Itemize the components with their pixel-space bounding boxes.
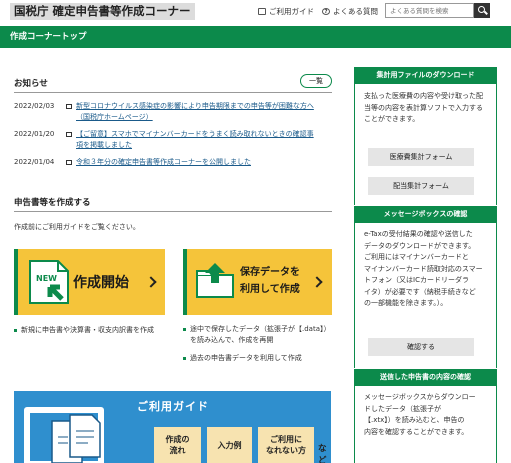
- folder-upload-icon: [196, 263, 234, 298]
- guide-example-box: 入力例: [207, 427, 252, 463]
- window-icon: [66, 104, 72, 109]
- create-section-title: 申告書等を作成する: [14, 198, 91, 208]
- computer-documents-icon: [24, 407, 104, 463]
- news-date: 2022/01/20: [14, 130, 55, 138]
- saved-data-label: 保存データを 利用して作成: [240, 267, 300, 295]
- site-logo[interactable]: 国税庁 確定申告書等作成コーナー: [10, 3, 195, 20]
- news-list-button[interactable]: 一覧: [300, 74, 332, 88]
- messagebox-description: e-Taxの受付結果の確認や送信した データのダウンロードができます。 ご利用に…: [364, 230, 483, 307]
- faq-link-label[interactable]: よくある質問: [333, 6, 378, 17]
- saved-data-note: 過去の申告書データを利用して作成: [183, 353, 302, 364]
- messagebox-section-title: メッセージボックスの確認: [354, 206, 497, 223]
- site-header: 国税庁 確定申告書等作成コーナー ご利用ガイド ? よくある質問: [0, 0, 511, 22]
- user-guide-title: ご利用ガイド: [137, 400, 209, 413]
- page-title: 作成コーナートップ: [10, 32, 87, 42]
- user-guide-banner[interactable]: ご利用ガイド 作成の 流れ 入力例 ご利用に なれない方 など: [14, 391, 331, 463]
- page-title-bar: 作成コーナートップ: [0, 26, 511, 48]
- dividend-form-button[interactable]: 配当集計フォーム: [368, 177, 474, 195]
- divider: [14, 211, 332, 212]
- window-icon: [66, 160, 72, 165]
- news-item: 2022/02/03 新型コロナウイルス感染症の影響により申告期限までの申告等が…: [14, 101, 314, 123]
- saved-data-note: 途中で保存したデータ（拡張子が【.data】） を読み込んで、作成を再開: [183, 324, 331, 346]
- download-description: 支払った医療費の内容や受け取った配当等の内容を表計算ソフトで入力することができま…: [364, 92, 483, 123]
- create-intro: 作成前にご利用ガイドをご覧ください。: [14, 223, 140, 231]
- faq-search-input[interactable]: [385, 3, 474, 18]
- guide-suffix: など: [318, 444, 327, 463]
- book-icon: [258, 8, 266, 15]
- news-link[interactable]: 新型コロナウイルス感染症の影響により申告期限までの申告等が困難な方へ: [76, 101, 314, 112]
- guide-unavailable-box: ご利用に なれない方: [258, 427, 314, 463]
- news-date: 2022/02/03: [14, 102, 55, 110]
- news-link[interactable]: 【ご留意】スマホでマイナンバーカードをうまく読み取れないときの確認事: [76, 129, 314, 140]
- search-button[interactable]: [474, 3, 490, 18]
- news-date: 2022/01/04: [14, 158, 55, 166]
- news-title: お知らせ: [14, 79, 48, 89]
- chevron-right-icon: [311, 276, 323, 288]
- saved-data-button[interactable]: 保存データを 利用して作成: [183, 249, 332, 315]
- start-create-button[interactable]: NEW 作成開始: [14, 249, 165, 315]
- messagebox-check-button[interactable]: 確認する: [368, 338, 474, 356]
- guide-link-label[interactable]: ご利用ガイド: [269, 6, 314, 17]
- start-create-note: 新規に申告書や決算書・収支内訳書を作成: [14, 325, 154, 336]
- guide-flow-box: 作成の 流れ: [154, 427, 201, 463]
- medical-expense-form-button[interactable]: 医療費集計フォーム: [368, 148, 474, 166]
- news-item: 2022/01/20 【ご留意】スマホでマイナンバーカードをうまく読み取れないと…: [14, 129, 314, 151]
- window-icon: [66, 132, 72, 137]
- news-link[interactable]: 令和３年分の確定申告書等作成コーナーを公開しました: [76, 157, 251, 168]
- chevron-right-icon: [145, 276, 157, 288]
- start-create-label: 作成開始: [73, 275, 129, 291]
- news-link-cont[interactable]: 項を掲載しました: [76, 140, 314, 151]
- sent-data-description: メッセージボックスからダウンロー ドしたデータ（拡張子が 【.xtx】）を読み込…: [364, 393, 476, 436]
- faq-link[interactable]: ? よくある質問: [322, 6, 378, 17]
- question-icon: ?: [322, 8, 330, 15]
- download-section-title: 集計用ファイルのダウンロード: [354, 67, 497, 84]
- new-document-icon: NEW: [29, 260, 69, 304]
- news-link-cont[interactable]: （国税庁ホームページ）: [76, 112, 314, 123]
- news-item: 2022/01/04 令和３年分の確定申告書等作成コーナーを公開しました: [14, 157, 251, 168]
- sent-data-section-title: 送信した申告書の内容の確認: [354, 369, 497, 386]
- guide-link[interactable]: ご利用ガイド: [258, 6, 314, 17]
- svg-text:NEW: NEW: [36, 274, 57, 283]
- divider: [14, 92, 332, 93]
